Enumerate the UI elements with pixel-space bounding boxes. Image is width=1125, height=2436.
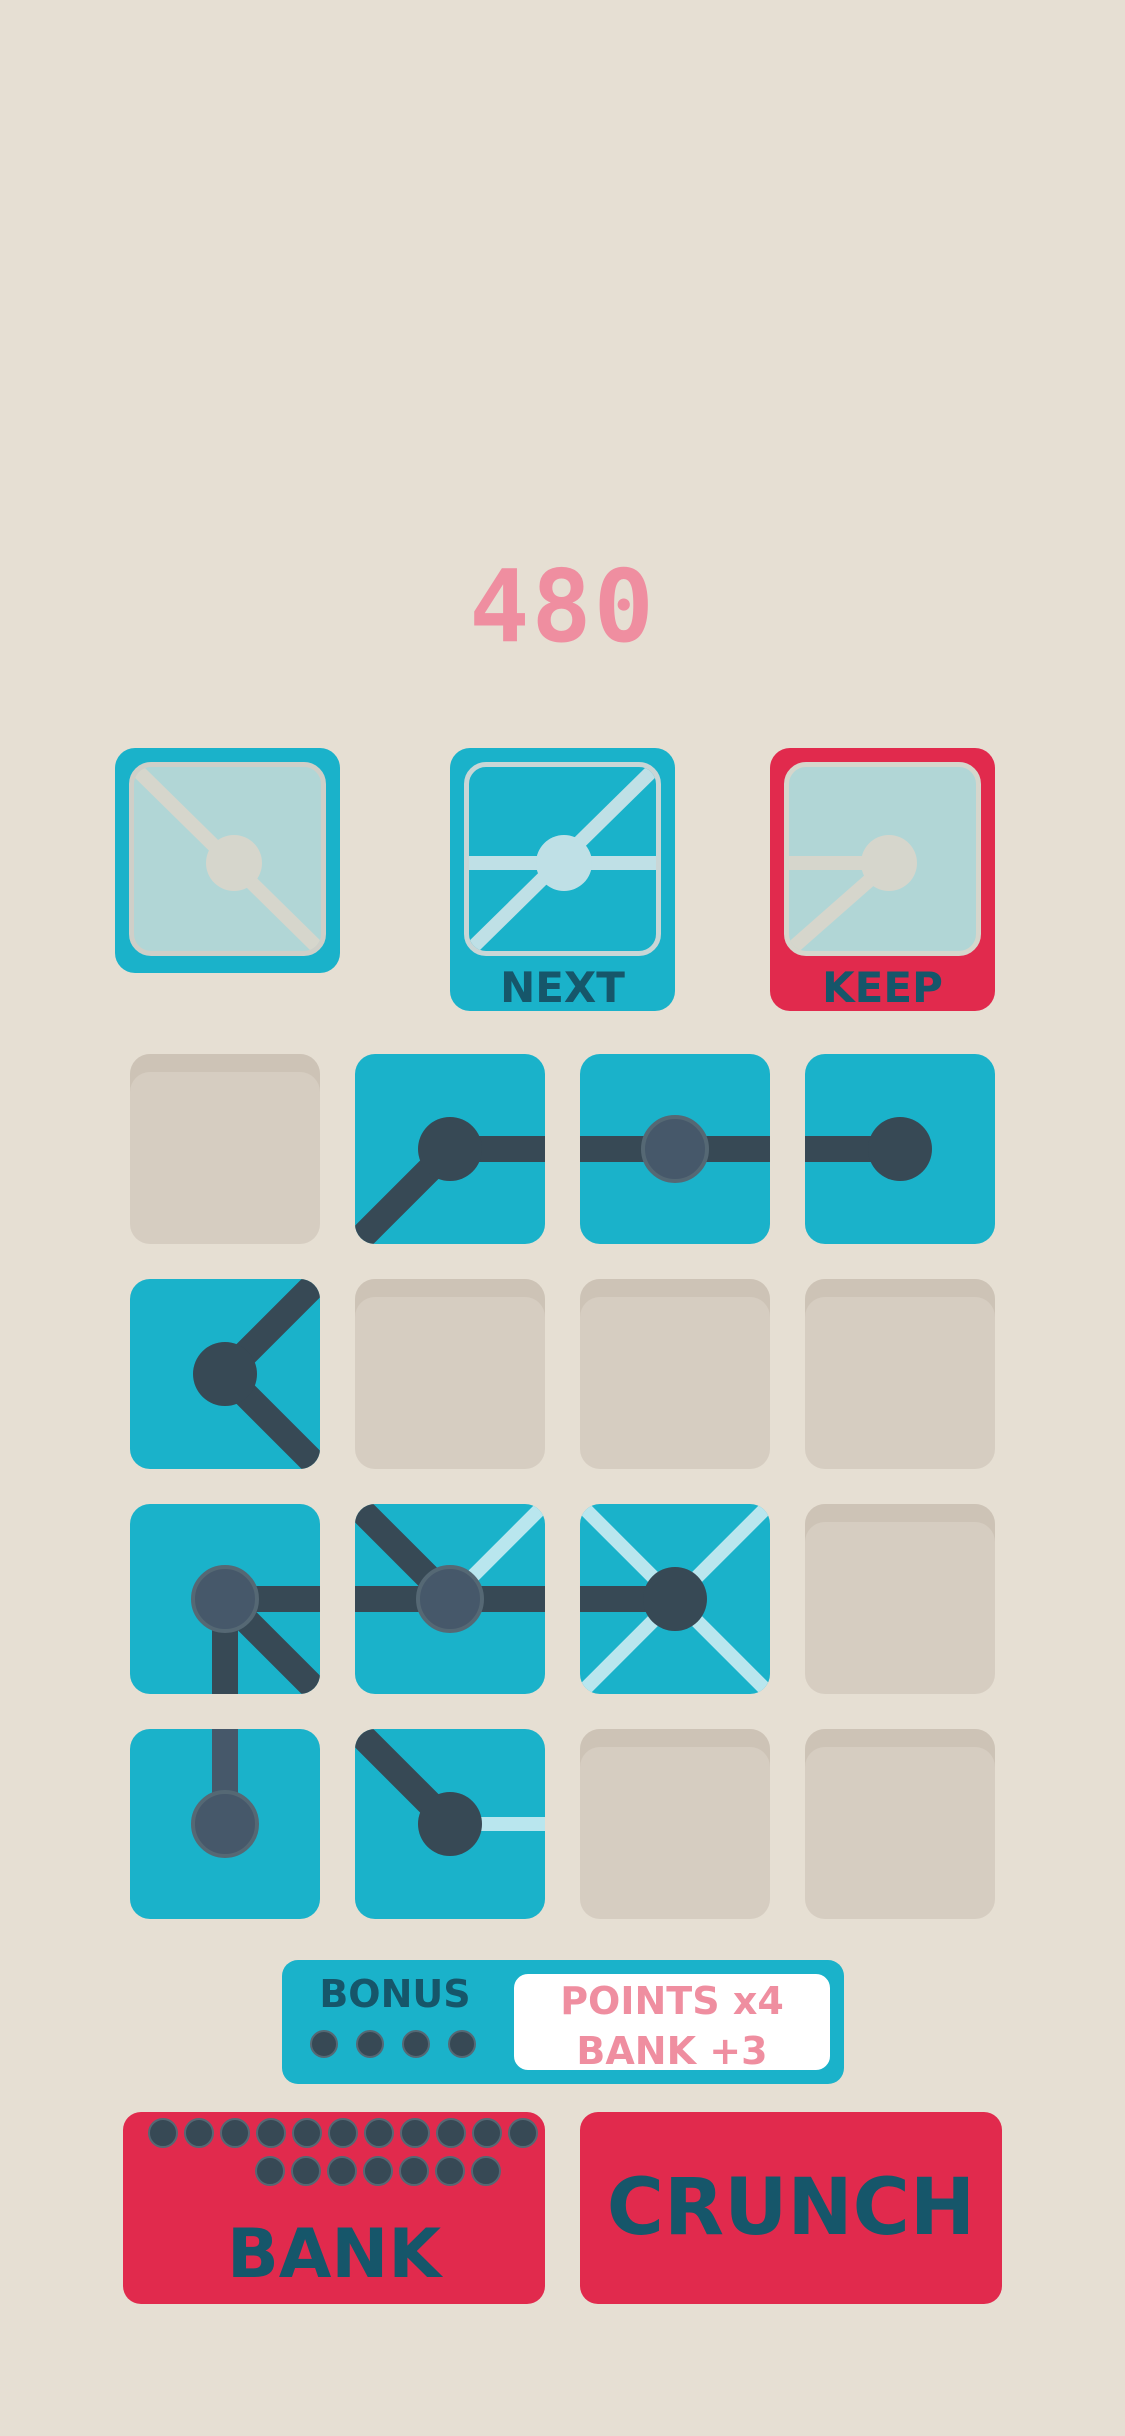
bonus-panel: BONUS POINTS x4 BANK +3 [282, 1960, 844, 2084]
pipe-piece-icon [580, 1115, 770, 1183]
next-card: NEXT [450, 748, 675, 1011]
next-label: NEXT [500, 963, 625, 1011]
pipe-piece-icon [355, 1504, 545, 1633]
bank-dot [220, 2118, 250, 2148]
grid-cell-r4c2[interactable] [355, 1729, 545, 1919]
bank-button[interactable]: BANK [123, 2112, 545, 2304]
grid-cell-r2c3[interactable] [580, 1279, 770, 1469]
bonus-dot [356, 2030, 384, 2058]
grid-cell-r3c2[interactable] [355, 1504, 545, 1694]
grid-cell-r3c1[interactable] [130, 1504, 320, 1694]
bonus-dot [310, 2030, 338, 2058]
bonus-dot [448, 2030, 476, 2058]
bank-dot [472, 2118, 502, 2148]
bank-dot [255, 2156, 285, 2186]
bonus-dot [402, 2030, 430, 2058]
score-display: 480 [469, 548, 656, 665]
held-card-left[interactable] [115, 748, 340, 973]
piece-keep-icon [789, 835, 917, 951]
bank-dot [508, 2118, 538, 2148]
bank-dot [400, 2118, 430, 2148]
bank-dot [148, 2118, 178, 2148]
grid-cell-r1c4[interactable] [805, 1054, 995, 1244]
grid-cell-r1c1[interactable] [130, 1054, 320, 1244]
bank-dot [399, 2156, 429, 2186]
grid-cell-r3c4[interactable] [805, 1504, 995, 1694]
grid-cell-r4c1[interactable] [130, 1729, 320, 1919]
bank-dot [471, 2156, 501, 2186]
bonus-dots [310, 2030, 494, 2062]
crunch-button[interactable]: CRUNCH [580, 2112, 1002, 2304]
pipe-piece-icon [355, 1729, 545, 1856]
bank-dot [436, 2118, 466, 2148]
bank-dots [143, 2118, 543, 2194]
bonus-label: BONUS [319, 1972, 471, 2016]
bank-label: BANK [226, 2215, 442, 2294]
bank-dot [363, 2156, 393, 2186]
keep-label: KEEP [822, 963, 943, 1011]
piece-left-icon [134, 767, 321, 951]
bank-dot [291, 2156, 321, 2186]
bank-dot [327, 2156, 357, 2186]
bank-dot [328, 2118, 358, 2148]
pipe-piece-icon [580, 1504, 770, 1694]
pipe-piece-icon [805, 1117, 932, 1181]
grid-cell-r1c3[interactable] [580, 1054, 770, 1244]
bank-dot [435, 2156, 465, 2186]
bonus-reward: POINTS x4 BANK +3 [508, 1968, 836, 2076]
grid-cell-r2c4[interactable] [805, 1279, 995, 1469]
grid-cell-r2c2[interactable] [355, 1279, 545, 1469]
grid-cell-r2c1[interactable] [130, 1279, 320, 1469]
pipe-piece-icon [191, 1565, 320, 1694]
grid-cell-r4c3[interactable] [580, 1729, 770, 1919]
keep-card[interactable]: KEEP [770, 748, 995, 1011]
pipe-piece-icon [355, 1117, 545, 1244]
grid-cell-r1c2[interactable] [355, 1054, 545, 1244]
piece-next-icon [469, 767, 656, 951]
pipe-piece-icon [193, 1279, 320, 1469]
grid-cell-r3c3[interactable] [580, 1504, 770, 1694]
bonus-reward-bank: BANK +3 [576, 2029, 768, 2073]
bank-dot [364, 2118, 394, 2148]
bank-dot [292, 2118, 322, 2148]
grid-cell-r4c4[interactable] [805, 1729, 995, 1919]
bonus-reward-points: POINTS x4 [560, 1979, 784, 2023]
pipe-piece-icon [191, 1729, 259, 1858]
bank-dot [256, 2118, 286, 2148]
bank-dot [184, 2118, 214, 2148]
